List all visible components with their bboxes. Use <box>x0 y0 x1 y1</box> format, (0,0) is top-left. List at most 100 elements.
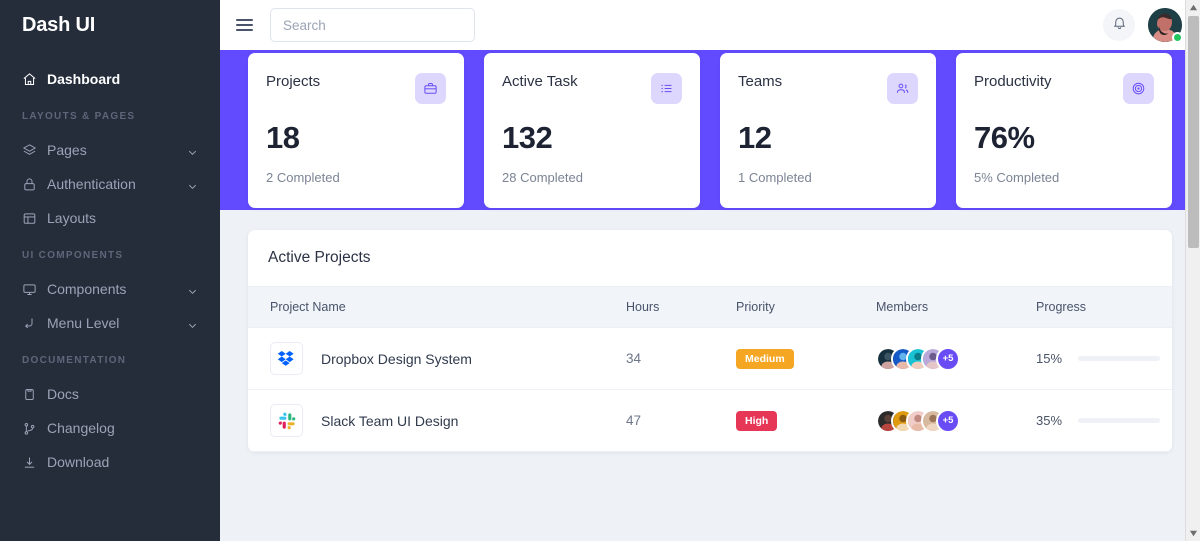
column-header-hours[interactable]: Hours <box>618 286 728 328</box>
sidebar-section-documentation: DOCUMENTATION <box>22 355 127 366</box>
sidebar-item-label: Pages <box>47 142 87 158</box>
sidebar-item-components[interactable]: Components <box>0 272 220 306</box>
stat-card-subtext: 2 Completed <box>266 170 340 185</box>
stat-card-label: Projects <box>266 73 321 90</box>
slack-logo <box>270 404 303 437</box>
stat-card-productivity[interactable]: Productivity 76% 5% Completed <box>956 53 1172 208</box>
table-body: Dropbox Design System 34 Medium +5 15% S… <box>248 327 1172 452</box>
project-name-label: Dropbox Design System <box>321 350 472 367</box>
sidebar-item-dashboard[interactable]: Dashboard <box>0 62 220 96</box>
monitor-icon <box>22 282 37 297</box>
sidebar-section-ui-components: UI COMPONENTS <box>22 250 124 261</box>
cell-priority: High <box>728 389 868 452</box>
sidebar: Dash UI Dashboard LAYOUTS & PAGES Pages … <box>0 0 220 541</box>
stat-card-header: Active Task <box>502 73 682 104</box>
column-header-progress[interactable]: Progress <box>1028 286 1172 328</box>
briefcase-icon <box>415 73 446 104</box>
cell-project-name: Dropbox Design System <box>248 327 618 390</box>
sidebar-item-download[interactable]: Download <box>0 445 220 479</box>
git-branch-icon <box>22 421 37 436</box>
corner-down-left-icon <box>22 316 37 331</box>
main-area: Projects Create New Project Projects 18 … <box>220 0 1200 541</box>
status-badge: Medium <box>736 348 794 369</box>
table-row[interactable]: Slack Team UI Design 47 High +5 35% <box>248 389 1172 452</box>
status-badge: High <box>736 410 778 431</box>
sidebar-section-layouts-pages: LAYOUTS & PAGES <box>22 111 136 122</box>
stat-card-projects[interactable]: Projects 18 2 Completed <box>248 53 464 208</box>
status-online-indicator <box>1172 32 1183 43</box>
users-icon <box>887 73 918 104</box>
sidebar-item-authentication[interactable]: Authentication <box>0 167 220 201</box>
stat-card-header: Projects <box>266 73 446 104</box>
chevron-down-icon[interactable] <box>187 145 198 156</box>
sidebar-item-label: Authentication <box>47 176 136 192</box>
brand-logo[interactable]: Dash UI <box>0 0 220 50</box>
stat-card-value: 76% <box>974 120 1035 155</box>
member-overflow-badge[interactable]: +5 <box>936 408 960 433</box>
progress-bar-track <box>1078 356 1160 361</box>
table-row[interactable]: Dropbox Design System 34 Medium +5 15% <box>248 327 1172 390</box>
member-overflow-badge[interactable]: +5 <box>936 346 960 371</box>
stat-card-subtext: 1 Completed <box>738 170 812 185</box>
project-name-label: Slack Team UI Design <box>321 412 459 429</box>
chevron-down-icon[interactable] <box>187 318 198 329</box>
cell-progress: 35% <box>1028 389 1172 452</box>
sidebar-item-label: Download <box>47 454 110 470</box>
member-avatar-group[interactable]: +5 <box>876 346 1020 371</box>
stat-card-header: Teams <box>738 73 918 104</box>
sidebar-item-label: Components <box>47 281 127 297</box>
stat-card-label: Teams <box>738 73 783 90</box>
notification-bell-button[interactable] <box>1103 9 1135 41</box>
table-header: Project Name Hours Priority Members Prog… <box>248 286 1172 328</box>
cell-hours: 34 <box>618 327 728 390</box>
panel-title: Active Projects <box>268 249 371 266</box>
cell-members: +5 <box>868 389 1028 452</box>
hamburger-icon[interactable] <box>236 15 256 35</box>
scroll-down-arrow-icon[interactable] <box>1186 526 1200 541</box>
sidebar-item-label: Changelog <box>47 420 115 436</box>
scroll-up-arrow-icon[interactable] <box>1186 0 1200 15</box>
stat-card-active-task[interactable]: Active Task 132 28 Completed <box>484 53 700 208</box>
sidebar-item-layouts[interactable]: Layouts <box>0 201 220 235</box>
column-header-members[interactable]: Members <box>868 286 1028 328</box>
stat-card-label: Productivity <box>974 73 1052 90</box>
column-header-priority[interactable]: Priority <box>728 286 868 328</box>
cell-progress: 15% <box>1028 327 1172 390</box>
sidebar-item-label: Menu Level <box>47 315 120 331</box>
sidebar-item-label: Dashboard <box>47 71 121 87</box>
cell-hours: 47 <box>618 389 728 452</box>
cell-members: +5 <box>868 327 1028 390</box>
sidebar-item-pages[interactable]: Pages <box>0 133 220 167</box>
stat-card-teams[interactable]: Teams 12 1 Completed <box>720 53 936 208</box>
page-scrollbar[interactable] <box>1185 0 1200 541</box>
chevron-down-icon[interactable] <box>187 179 198 190</box>
cell-project-name: Slack Team UI Design <box>248 389 618 452</box>
sidebar-item-changelog[interactable]: Changelog <box>0 411 220 445</box>
scrollbar-thumb[interactable] <box>1188 16 1199 248</box>
sidebar-item-label: Docs <box>47 386 79 402</box>
column-header-project-name[interactable]: Project Name <box>248 286 618 328</box>
target-icon <box>1123 73 1154 104</box>
download-icon <box>22 455 37 470</box>
stat-card-subtext: 28 Completed <box>502 170 583 185</box>
avatar[interactable] <box>1148 8 1183 43</box>
search-input[interactable] <box>270 8 475 42</box>
stat-card-subtext: 5% Completed <box>974 170 1060 185</box>
progress-label: 35% <box>1036 413 1063 428</box>
progress-bar-track <box>1078 418 1160 423</box>
projects-table: Project Name Hours Priority Members Prog… <box>248 286 1172 452</box>
stat-card-value: 12 <box>738 120 772 155</box>
clipboard-icon <box>22 387 37 402</box>
lock-icon <box>22 177 37 192</box>
cell-priority: Medium <box>728 327 868 390</box>
member-avatar-group[interactable]: +5 <box>876 408 1020 433</box>
sidebar-item-menu-level[interactable]: Menu Level <box>0 306 220 340</box>
stat-card-value: 18 <box>266 120 300 155</box>
progress-label: 15% <box>1036 351 1063 366</box>
sidebar-item-label: Layouts <box>47 210 97 226</box>
topbar <box>220 0 1200 50</box>
chevron-down-icon[interactable] <box>187 284 198 295</box>
topbar-actions <box>1103 8 1183 43</box>
stat-card-value: 132 <box>502 120 553 155</box>
sidebar-item-docs[interactable]: Docs <box>0 377 220 411</box>
